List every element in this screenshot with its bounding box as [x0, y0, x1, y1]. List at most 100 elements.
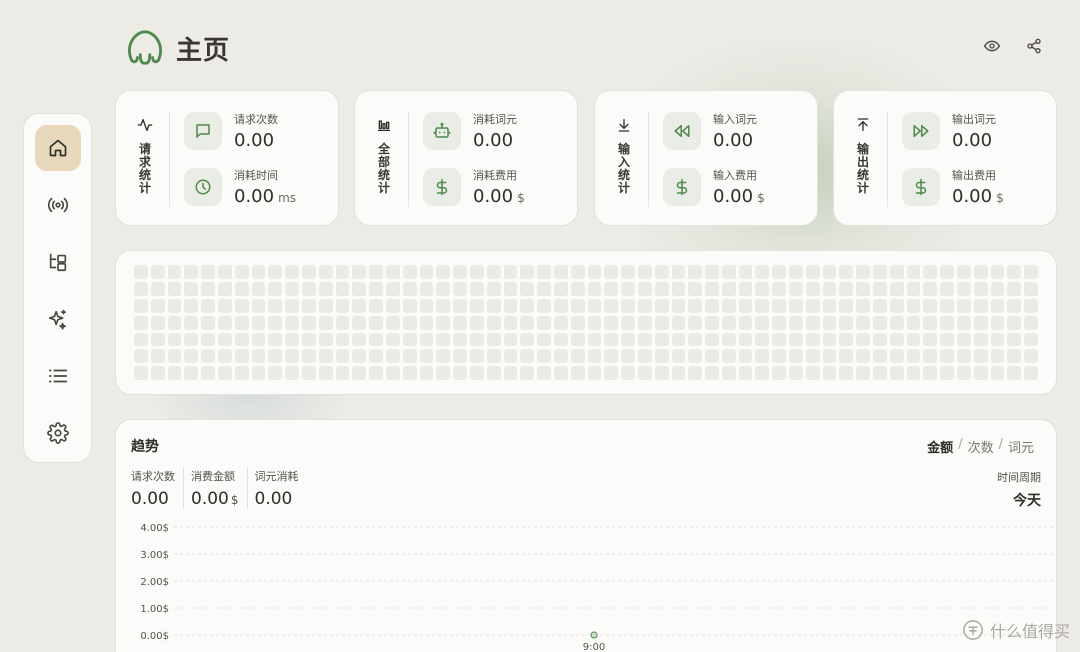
- heatmap-cell: [167, 265, 182, 279]
- sidebar-item-home[interactable]: [34, 125, 81, 171]
- metric-output-tokens: 输出词元 0.00: [902, 111, 996, 151]
- heatmap-cell: [335, 281, 350, 296]
- heatmap-cell: [856, 332, 871, 347]
- heatmap-cell: [957, 281, 971, 296]
- metric-output-cost: 输出费用 0.00 $: [902, 167, 1004, 207]
- heatmap-cell: [570, 366, 585, 381]
- heatmap-cell: [637, 332, 652, 347]
- heatmap-cell: [503, 298, 518, 313]
- heatmap-cell: [553, 298, 568, 313]
- heatmap-cell: [587, 298, 602, 313]
- heatmap-cell: [755, 366, 770, 381]
- heatmap-cell: [436, 281, 451, 296]
- sidebar-item-structure[interactable]: [35, 239, 81, 285]
- metric-value: 0.00: [234, 130, 275, 151]
- heatmap-cell: [990, 349, 1005, 364]
- heatmap-cell: [134, 349, 148, 364]
- watermark: 什么值得买: [962, 618, 1070, 642]
- heatmap-cell: [839, 366, 854, 381]
- heatmap-cell: [822, 281, 837, 296]
- sparkle-icon: [48, 309, 66, 330]
- data-point[interactable]: [590, 631, 598, 639]
- heatmap-cell: [940, 366, 955, 381]
- heatmap-cell: [705, 281, 719, 296]
- heatmap-cell: [537, 349, 551, 364]
- heatmap-cell: [772, 315, 787, 330]
- heatmap-cell: [251, 366, 266, 381]
- heatmap-cell: [503, 349, 518, 364]
- heatmap-cell: [688, 265, 703, 279]
- heatmap-cell: [839, 281, 854, 296]
- heatmap-cell: [268, 265, 283, 279]
- y-tick-label: 1.00$: [140, 604, 169, 615]
- heatmap-cell: [520, 349, 535, 364]
- heatmap-cell: [805, 298, 820, 313]
- heatmap-cell: [873, 366, 887, 381]
- heatmap-cell: [1024, 332, 1039, 347]
- list-icon: [48, 369, 67, 383]
- sidebar-item-broadcast[interactable]: [35, 182, 81, 228]
- eye-icon[interactable]: [982, 36, 1002, 56]
- heatmap-cell: [318, 332, 333, 347]
- heatmap-cell: [301, 281, 316, 296]
- heatmap-cell: [318, 366, 333, 381]
- gear-icon: [46, 422, 69, 444]
- heatmap-cell: [469, 332, 484, 347]
- sidebar-item-sparkle[interactable]: [35, 296, 81, 342]
- card-title: 输入统计: [617, 142, 630, 195]
- heatmap-cell: [873, 281, 887, 296]
- heatmap-cell: [1007, 315, 1022, 330]
- heatmap-cell: [772, 349, 787, 364]
- heatmap-cell: [402, 315, 417, 330]
- heatmap-cell: [503, 281, 518, 296]
- heatmap-cell: [234, 366, 249, 381]
- heatmap-cell: [671, 265, 686, 279]
- heatmap-cell: [352, 265, 367, 279]
- heatmap-cell: [604, 281, 619, 296]
- sidebar-item-list[interactable]: [35, 353, 81, 399]
- heatmap-cell: [721, 281, 736, 296]
- heatmap-cell: [637, 298, 652, 313]
- metric-request-count: 请求次数 0.00: [184, 111, 278, 151]
- heatmap-cell: [150, 315, 165, 330]
- heatmap-cell: [789, 265, 803, 279]
- heatmap-cell: [839, 265, 854, 279]
- heatmap-cell: [990, 315, 1005, 330]
- heatmap-cell: [923, 265, 938, 279]
- share-icon[interactable]: [1024, 36, 1044, 56]
- heatmap-cell: [671, 349, 686, 364]
- heatmap-cell: [705, 265, 719, 279]
- metric-tokens-used: 消耗词元 0.00: [423, 111, 517, 151]
- heatmap-cell: [1024, 315, 1039, 330]
- heatmap-cell: [469, 349, 484, 364]
- heatmap-cell: [251, 265, 266, 279]
- heatmap-cell: [553, 366, 568, 381]
- heatmap-cell: [453, 349, 467, 364]
- heatmap-cell: [1007, 298, 1022, 313]
- heatmap-cell: [251, 332, 266, 347]
- dollar-icon: [676, 178, 688, 196]
- heatmap-cell: [654, 332, 669, 347]
- heatmap-cell: [217, 281, 232, 296]
- card-title: 请求统计: [138, 142, 151, 195]
- heatmap-cell: [973, 349, 988, 364]
- heatmap-cell: [285, 332, 299, 347]
- heatmap-cell: [873, 298, 887, 313]
- heatmap-cell: [772, 281, 787, 296]
- heatmap-cell: [873, 315, 887, 330]
- y-tick-label: 4.00$: [140, 523, 169, 534]
- heatmap-cell: [637, 315, 652, 330]
- heatmap-cell: [318, 298, 333, 313]
- heatmap-cell: [217, 298, 232, 313]
- heatmap-cell: [637, 349, 652, 364]
- heatmap-cell: [201, 298, 215, 313]
- heatmap-cell: [940, 332, 955, 347]
- sidebar-item-settings[interactable]: [35, 410, 81, 456]
- heatmap-cell: [268, 315, 283, 330]
- heatmap-cell: [654, 366, 669, 381]
- heatmap-cell: [789, 349, 803, 364]
- heatmap-cell: [385, 281, 400, 296]
- heatmap-cell: [453, 281, 467, 296]
- header-actions: [982, 36, 1044, 56]
- heatmap-cell: [385, 332, 400, 347]
